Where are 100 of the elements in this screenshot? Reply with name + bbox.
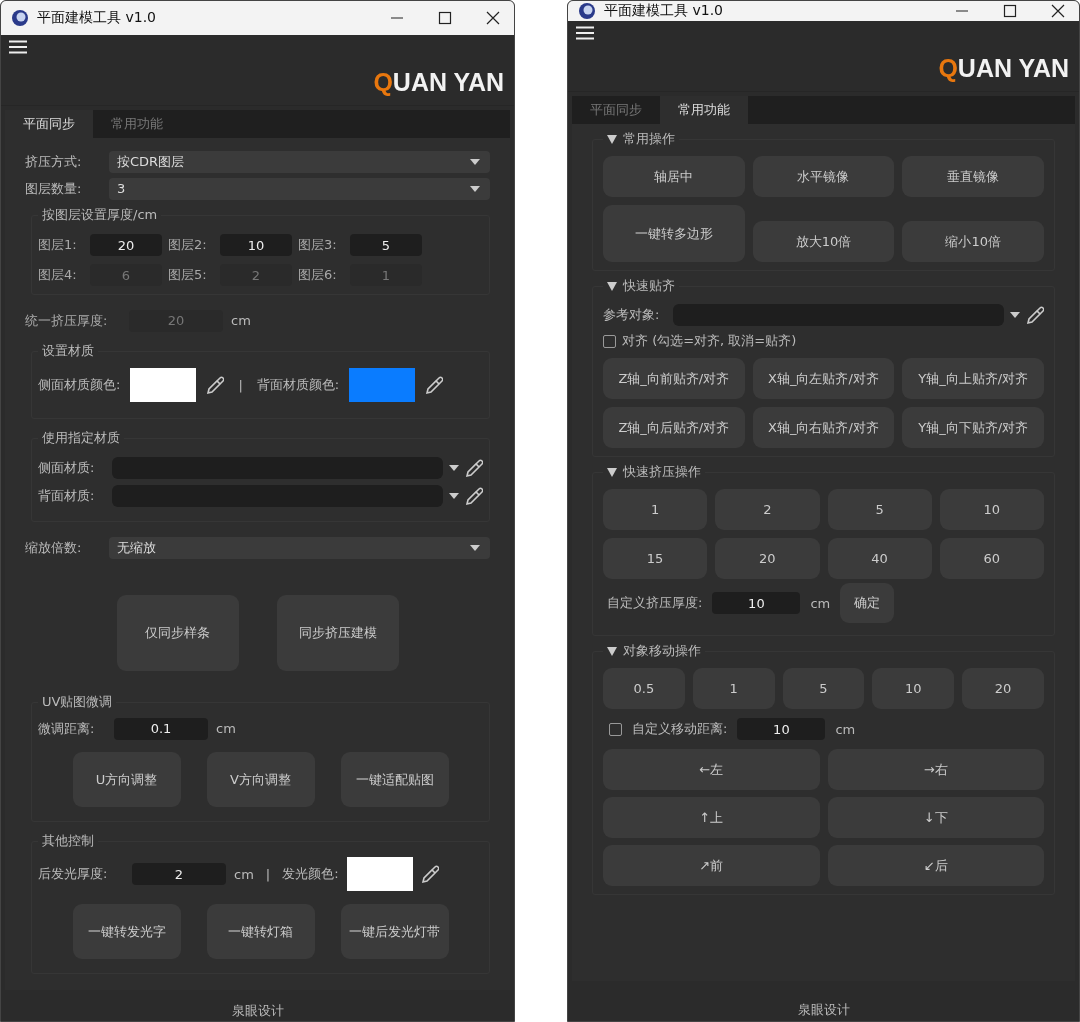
field-label: 侧面材质:	[38, 459, 96, 477]
field-label: 参考对象:	[603, 305, 661, 324]
eyedropper-icon[interactable]	[465, 486, 483, 506]
action-button[interactable]: 同步挤压建模	[276, 595, 399, 671]
action-button[interactable]: 放大10倍	[752, 221, 895, 262]
checkbox[interactable]	[609, 722, 622, 736]
thickness-button[interactable]: 10	[939, 489, 1044, 530]
move-button[interactable]: ↑上	[603, 797, 820, 838]
move-button[interactable]: ←左	[603, 749, 820, 790]
maximize-icon[interactable]	[438, 11, 452, 25]
eyedropper-icon[interactable]	[465, 458, 483, 478]
group-title: 按图层设置厚度/cm	[41, 206, 159, 224]
number-field[interactable]: 2	[132, 863, 226, 885]
group-title: 设置材质	[41, 342, 95, 360]
number-field[interactable]: 0.1	[114, 717, 208, 740]
app-icon	[578, 2, 596, 20]
field-label: 背面材质颜色:	[256, 376, 340, 394]
distance-button[interactable]: 0.5	[603, 668, 685, 709]
menu-icon[interactable]	[9, 40, 27, 54]
dropdown[interactable]: 3	[109, 177, 490, 200]
action-button[interactable]: 缩小10倍	[902, 221, 1044, 262]
distance-button[interactable]: 10	[872, 668, 955, 709]
field-label: 背面材质:	[38, 487, 96, 505]
app-icon	[11, 9, 29, 27]
maximize-icon[interactable]	[1003, 4, 1017, 18]
expand-arrow-icon[interactable]	[607, 646, 617, 656]
action-button[interactable]: 仅同步样条	[116, 595, 239, 671]
confirm-button[interactable]: 确定	[840, 583, 895, 623]
thickness-button[interactable]: 20	[715, 538, 820, 579]
color-swatch[interactable]	[130, 368, 197, 402]
section-title[interactable]: 快速贴齐	[623, 277, 675, 295]
checkbox-label: 自定义移动距离:	[632, 720, 728, 738]
expand-arrow-icon[interactable]	[607, 281, 617, 291]
menu-icon[interactable]	[576, 26, 594, 40]
group-title: 其他控制	[41, 832, 95, 850]
number-field[interactable]: 20	[90, 234, 162, 256]
field-label: 自定义挤压厚度:	[607, 594, 703, 612]
move-button[interactable]: ↓下	[827, 797, 1044, 838]
snap-button[interactable]: X轴_向左贴齐/对齐	[752, 358, 895, 399]
dropdown[interactable]: 按CDR图层	[109, 150, 490, 173]
move-button[interactable]: →右	[827, 749, 1044, 790]
action-button[interactable]: 一键转灯箱	[206, 904, 315, 959]
distance-button[interactable]: 20	[962, 668, 1044, 709]
tab[interactable]: 常用功能	[660, 96, 748, 124]
separator: |	[238, 377, 243, 393]
action-button[interactable]: 一键后发光灯带	[340, 904, 449, 959]
thickness-button[interactable]: 40	[827, 538, 932, 579]
caret-icon[interactable]	[1010, 311, 1020, 318]
window-title: 平面建模工具 v1.0	[604, 2, 723, 20]
snap-button[interactable]: Y轴_向下贴齐/对齐	[902, 407, 1044, 448]
unit-label: cm	[231, 313, 251, 328]
eyedropper-icon[interactable]	[206, 375, 225, 395]
close-icon[interactable]	[1051, 4, 1065, 18]
move-button[interactable]: ↙后	[827, 845, 1044, 886]
section-title[interactable]: 对象移动操作	[623, 642, 701, 660]
snap-button[interactable]: Z轴_向后贴齐/对齐	[603, 407, 745, 448]
action-button[interactable]: 一键转多边形	[603, 205, 745, 262]
action-button[interactable]: 垂直镜像	[902, 156, 1044, 197]
action-button[interactable]: V方向调整	[206, 752, 315, 807]
number-field[interactable]: 10	[220, 234, 292, 256]
tab[interactable]: 平面同步	[572, 96, 660, 124]
snap-button[interactable]: Y轴_向上贴齐/对齐	[902, 358, 1044, 399]
color-swatch[interactable]	[346, 857, 413, 891]
distance-button[interactable]: 1	[692, 668, 775, 709]
expand-arrow-icon[interactable]	[607, 134, 617, 144]
action-button[interactable]: 一键转发光字	[72, 904, 181, 959]
tab[interactable]: 平面同步	[5, 110, 93, 138]
caret-icon[interactable]	[449, 493, 459, 499]
number-field[interactable]: 10	[712, 592, 801, 614]
field-label: 图层1:	[38, 236, 78, 254]
distance-button[interactable]: 5	[782, 668, 865, 709]
action-button[interactable]: 水平镜像	[752, 156, 895, 197]
action-button[interactable]: 一键适配贴图	[340, 752, 449, 807]
field-label: 图层数量:	[25, 179, 83, 198]
color-swatch[interactable]	[349, 368, 416, 402]
thickness-button[interactable]: 15	[603, 538, 708, 579]
action-button[interactable]: U方向调整	[72, 752, 181, 807]
checkbox[interactable]	[603, 334, 616, 348]
thickness-button[interactable]: 1	[603, 489, 708, 530]
snap-button[interactable]: Z轴_向前贴齐/对齐	[603, 358, 745, 399]
field-label: 后发光厚度:	[38, 865, 109, 883]
snap-button[interactable]: X轴_向右贴齐/对齐	[752, 407, 895, 448]
thickness-button[interactable]: 2	[715, 489, 820, 530]
expand-arrow-icon[interactable]	[607, 467, 617, 477]
dropdown[interactable]: 无缩放	[109, 536, 490, 559]
eyedropper-icon[interactable]	[1026, 304, 1044, 325]
number-field[interactable]: 5	[350, 234, 422, 256]
eyedropper-icon[interactable]	[425, 375, 444, 395]
number-field[interactable]: 10	[737, 718, 826, 740]
eyedropper-icon[interactable]	[420, 864, 439, 884]
tab[interactable]: 常用功能	[93, 110, 181, 138]
move-button[interactable]: ↗前	[603, 845, 820, 886]
thickness-button[interactable]: 5	[827, 489, 932, 530]
section-title[interactable]: 常用操作	[623, 130, 675, 148]
action-button[interactable]: 轴居中	[603, 156, 745, 197]
thickness-button[interactable]: 60	[939, 538, 1044, 579]
caret-icon[interactable]	[449, 465, 459, 471]
section-title[interactable]: 快速挤压操作	[623, 463, 701, 481]
checkbox-label: 对齐 (勾选=对齐, 取消=贴齐)	[622, 332, 797, 350]
close-icon[interactable]	[486, 11, 500, 25]
